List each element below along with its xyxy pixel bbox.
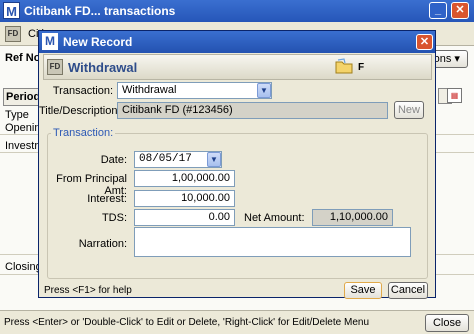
narration-label: Narration: <box>78 238 127 250</box>
transaction-value: Withdrawal <box>122 84 177 96</box>
row-opening: Openin <box>5 122 41 134</box>
interest-label: Interest: <box>87 193 127 205</box>
new-button[interactable]: New <box>394 101 424 119</box>
net-amount-field: 1,10,000.00 <box>312 209 393 226</box>
record-type-label: Withdrawal <box>68 60 138 75</box>
principal-field[interactable]: 1,00,000.00 <box>134 170 235 187</box>
save-button[interactable]: Save <box>344 282 382 299</box>
record-type-header: FD Withdrawal F <box>43 54 432 80</box>
folder-icon <box>335 58 353 74</box>
close-button[interactable]: Close <box>425 314 469 332</box>
fd-icon: FD <box>5 26 21 42</box>
close-icon[interactable]: ✕ <box>451 2 469 19</box>
transaction-select[interactable]: Withdrawal <box>117 82 272 99</box>
calendar-icon[interactable]: ▦ <box>447 88 462 103</box>
new-record-dialog: M New Record ✕ FD Withdrawal F Transacti… <box>38 30 436 299</box>
date-label: Date: <box>100 154 127 166</box>
help-text: Press <F1> for help <box>44 285 132 296</box>
dialog-close-icon[interactable]: ✕ <box>416 34 433 50</box>
interest-field[interactable]: 10,000.00 <box>134 190 235 207</box>
title-description-field[interactable]: Citibank FD (#123456) <box>117 102 388 119</box>
fd-icon: FD <box>47 59 63 75</box>
transaction-group-label: Transaction: <box>51 127 116 139</box>
row-type: Type <box>5 109 29 121</box>
app-logo-icon: M <box>3 2 20 19</box>
date-value: 08/05/17 <box>139 153 192 165</box>
ref-no-label: Ref No <box>5 52 41 64</box>
dropdown-arrow-icon[interactable]: ▼ <box>257 83 271 98</box>
title-description-label: Title/Description: <box>39 105 121 117</box>
flag-label: F <box>358 62 365 73</box>
narration-field[interactable] <box>134 227 411 257</box>
transaction-label: Transaction: <box>52 85 113 97</box>
column-header-period[interactable]: Period <box>3 88 40 106</box>
dialog-title: New Record <box>63 35 133 49</box>
cancel-button[interactable]: Cancel <box>388 282 428 299</box>
status-bar: Press <Enter> or 'Double-Click' to Edit … <box>0 310 474 334</box>
tds-field[interactable]: 0.00 <box>134 209 235 226</box>
minimize-icon[interactable]: _ <box>429 2 447 19</box>
row-investment: Investr <box>5 140 39 152</box>
tds-label: TDS: <box>101 212 127 224</box>
closing-label: Closing <box>5 261 42 273</box>
net-amount-label: Net Amount: <box>244 212 305 224</box>
app-titlebar: M Citibank FD... transactions _ ✕ <box>0 0 474 22</box>
date-dropdown-icon[interactable]: ▼ <box>207 152 221 167</box>
dialog-titlebar: M New Record ✕ <box>39 31 435 53</box>
app-logo-icon: M <box>42 33 58 50</box>
app-title: Citibank FD... transactions <box>24 4 176 18</box>
status-text: Press <Enter> or 'Double-Click' to Edit … <box>4 317 370 328</box>
